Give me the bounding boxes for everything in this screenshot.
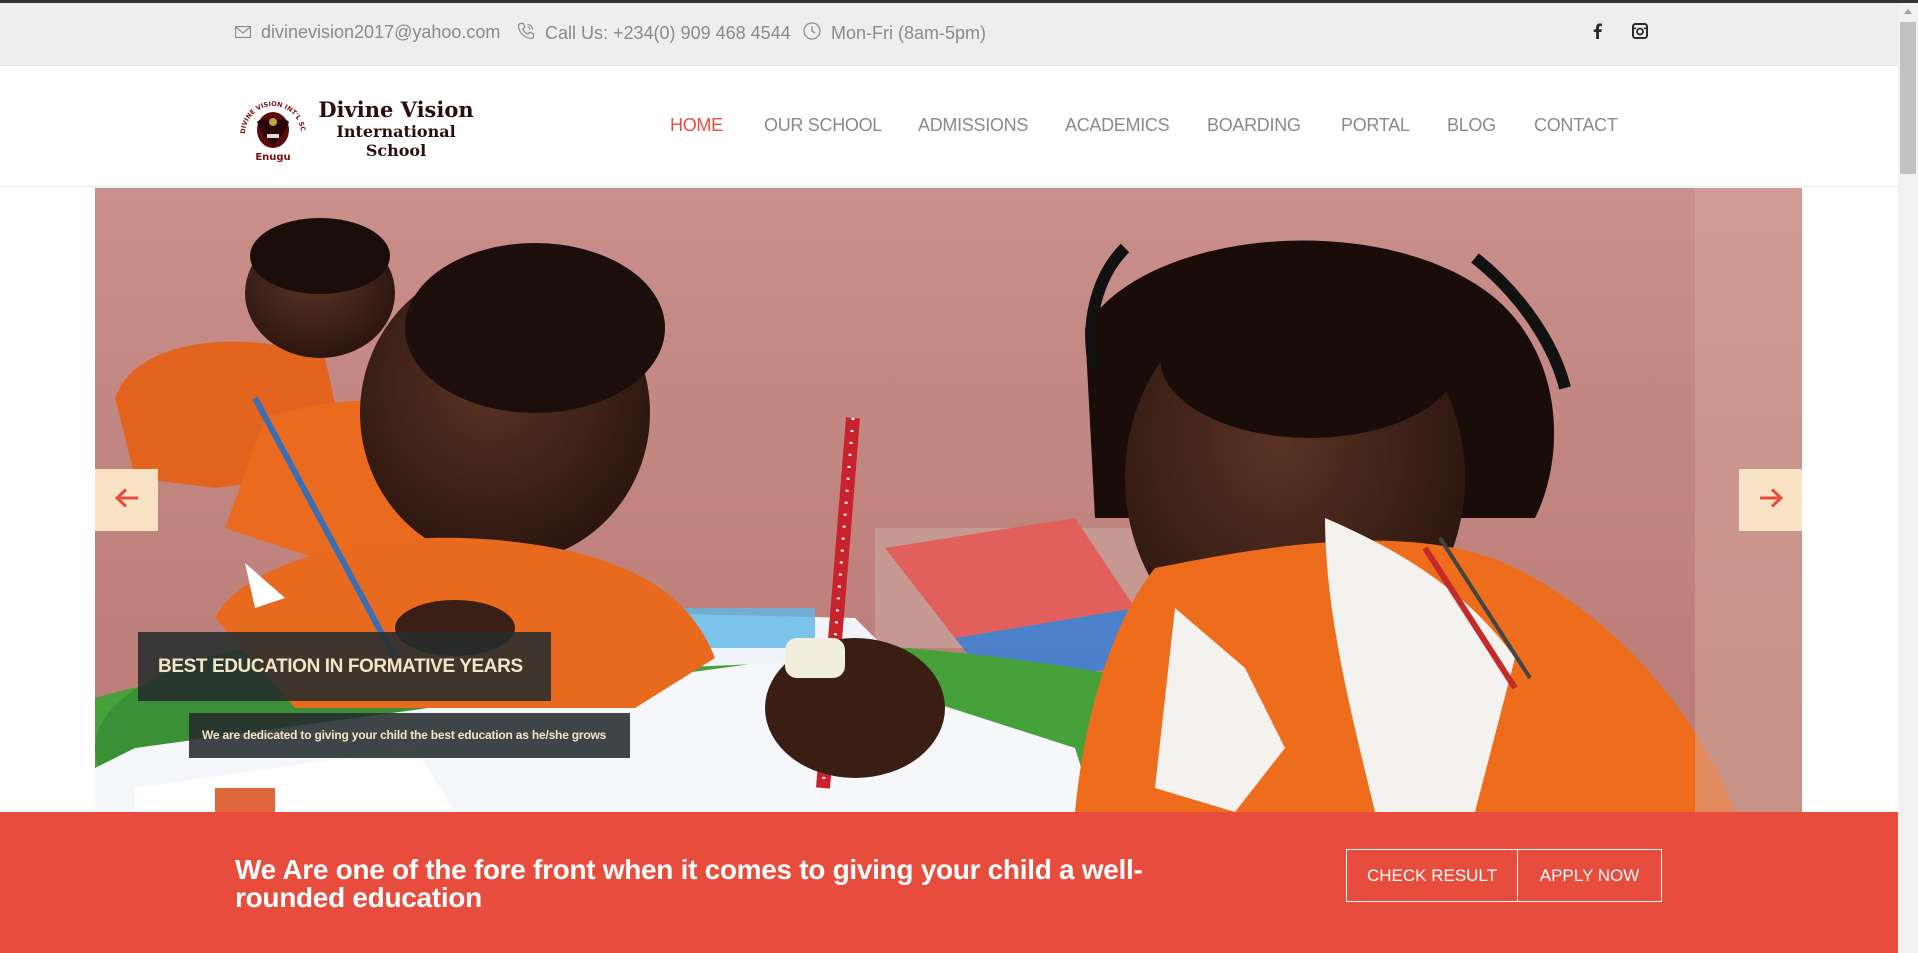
nav-boarding[interactable]: BOARDING: [1207, 115, 1301, 136]
slider-next-button[interactable]: [1739, 469, 1802, 531]
instagram-link[interactable]: [1630, 22, 1650, 44]
slider-prev-button[interactable]: [95, 469, 158, 531]
cta-banner: We Are one of the fore front when it com…: [0, 812, 1898, 953]
slide-caption-subtitle: We are dedicated to giving your child th…: [189, 713, 630, 758]
contact-email-text: divinevision2017@yahoo.com: [261, 22, 501, 42]
slide-caption-title: BEST EDUCATION IN FORMATIVE YEARS: [138, 632, 551, 701]
contact-phone-text: Call Us: +234(0) 909 468 4544: [545, 23, 791, 43]
top-info-bar: divinevision2017@yahoo.com Call Us: +234…: [0, 3, 1898, 66]
contact-phone[interactable]: Call Us: +234(0) 909 468 4544: [517, 22, 791, 45]
school-name-line3: School: [365, 141, 427, 160]
arrow-right-icon: [1759, 487, 1783, 513]
opening-hours: Mon-Fri (8am-5pm): [803, 22, 986, 45]
facebook-link[interactable]: [1587, 23, 1607, 43]
clock-icon: [803, 22, 831, 45]
scrollbar-thumb[interactable]: [1900, 22, 1916, 174]
nav-blog[interactable]: BLOG: [1447, 115, 1496, 136]
facebook-icon: [1593, 23, 1602, 44]
nav-our-school[interactable]: OUR SCHOOL: [764, 115, 882, 136]
school-crest-icon: DIVINE VISION INT'L SCHOOL Enugu: [235, 94, 307, 163]
svg-text:Enugu: Enugu: [255, 152, 290, 163]
apply-now-button[interactable]: APPLY NOW: [1517, 849, 1662, 902]
site-header: DIVINE VISION INT'L SCHOOL Enugu Divine …: [0, 67, 1898, 187]
instagram-icon: [1632, 22, 1648, 44]
arrow-left-icon: [114, 487, 139, 513]
scroll-up-arrow-icon[interactable]: [1898, 3, 1918, 20]
school-name-line1: Divine Vision: [318, 97, 474, 122]
school-name: Divine Vision International School: [311, 97, 481, 161]
opening-hours-text: Mon-Fri (8am-5pm): [831, 23, 987, 43]
check-result-button[interactable]: CHECK RESULT: [1346, 849, 1518, 902]
nav-academics[interactable]: ACADEMICS: [1065, 115, 1170, 136]
phone-icon: [517, 22, 545, 45]
contact-email[interactable]: divinevision2017@yahoo.com: [234, 22, 501, 43]
hero-slider: BEST EDUCATION IN FORMATIVE YEARS We are…: [95, 188, 1802, 812]
nav-portal[interactable]: PORTAL: [1341, 115, 1410, 136]
school-logo[interactable]: DIVINE VISION INT'L SCHOOL Enugu Divine …: [235, 94, 485, 164]
nav-contact[interactable]: CONTACT: [1534, 115, 1618, 136]
envelope-icon: [234, 22, 261, 43]
nav-home[interactable]: HOME: [670, 115, 723, 136]
nav-admissions[interactable]: ADMISSIONS: [918, 115, 1028, 136]
school-name-line2: International: [336, 122, 456, 141]
cta-text: We Are one of the fore front when it com…: [235, 854, 1143, 913]
